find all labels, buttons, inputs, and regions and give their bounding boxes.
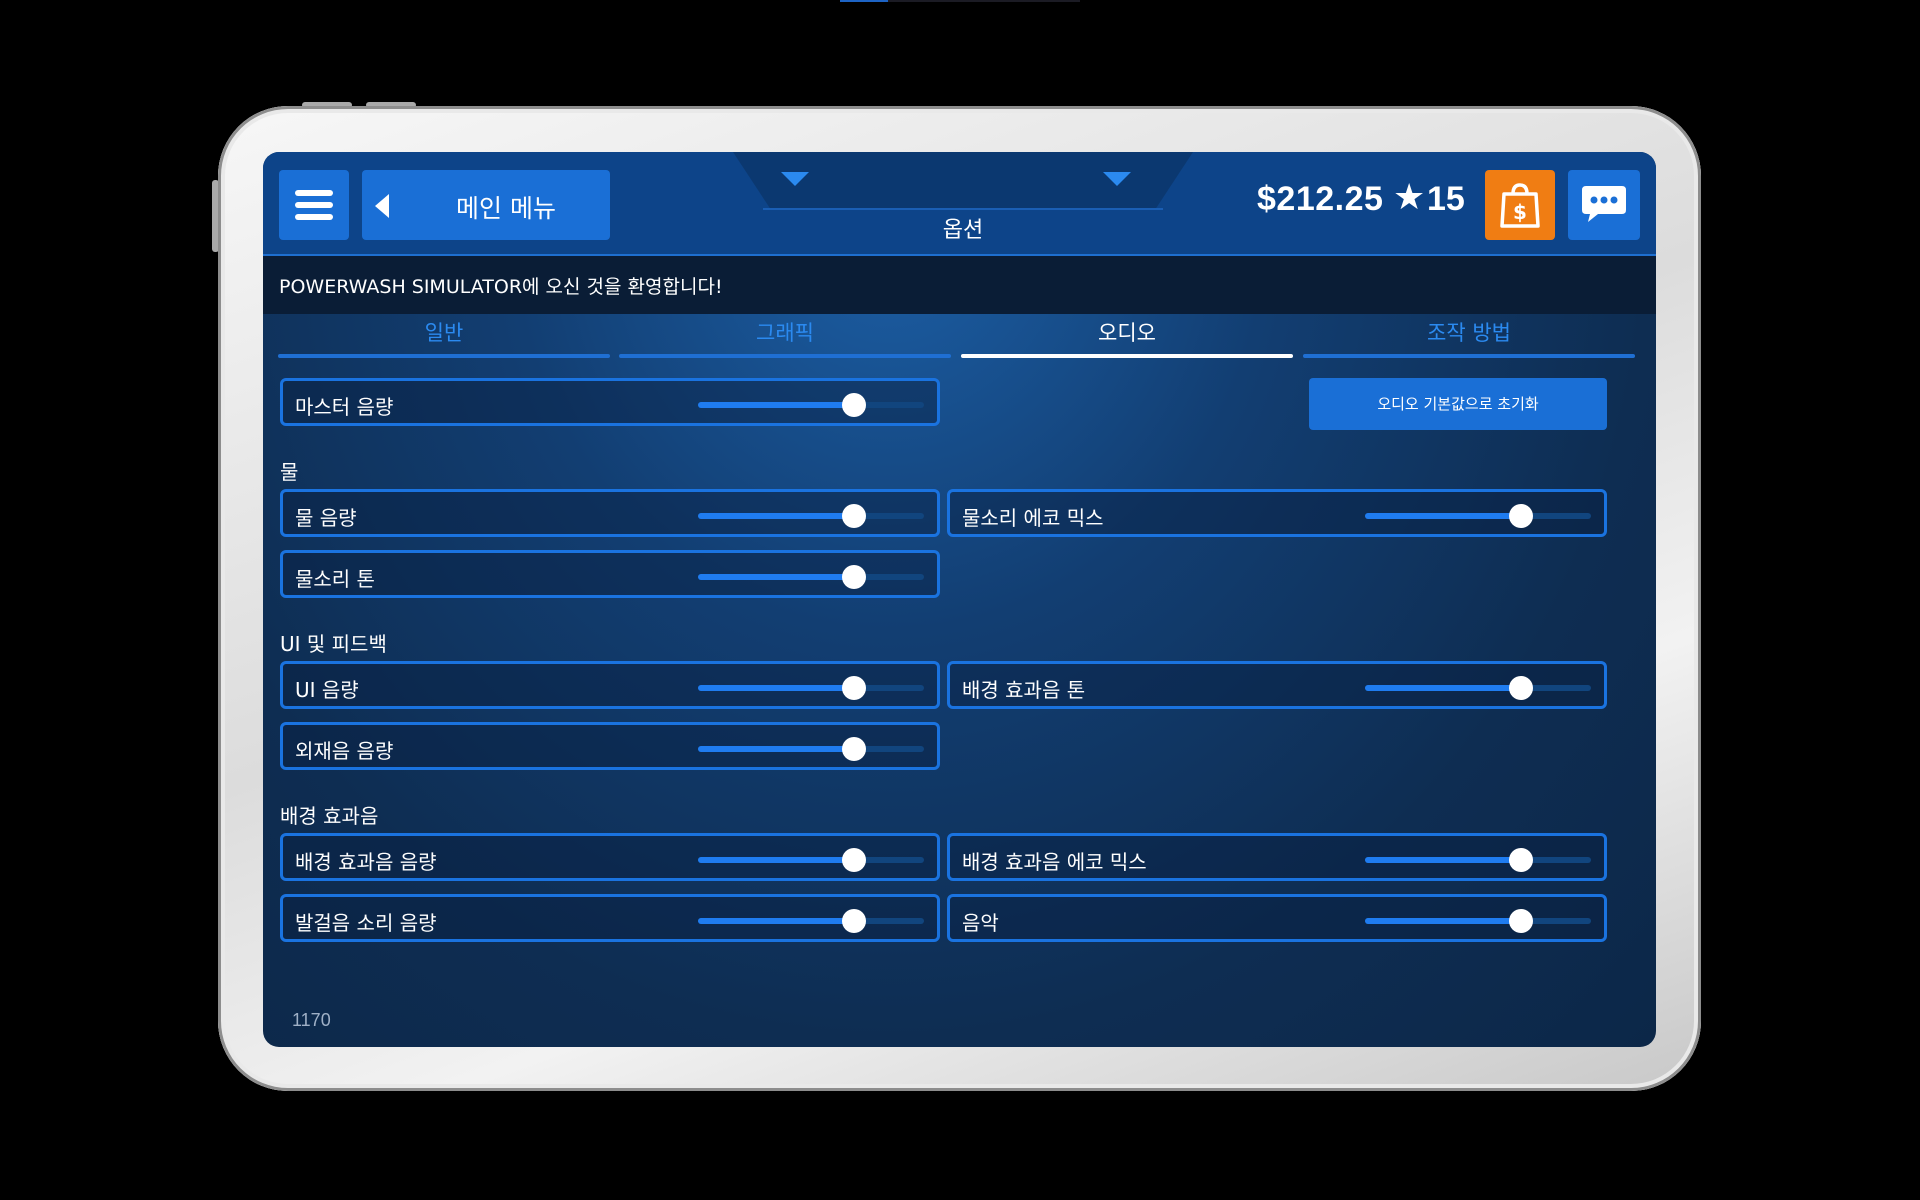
slider-handle[interactable] bbox=[841, 504, 866, 528]
ambience-volume-slider[interactable] bbox=[698, 848, 924, 872]
tab-underline bbox=[278, 354, 610, 358]
reset-audio-defaults-button[interactable]: 오디오 기본값으로 초기화 bbox=[1309, 378, 1607, 430]
page-title: 옵션 bbox=[942, 218, 984, 243]
slider-handle[interactable] bbox=[841, 565, 866, 589]
shop-button[interactable]: $ bbox=[1485, 170, 1555, 240]
music-row: 음악 bbox=[947, 894, 1607, 942]
menu-button[interactable] bbox=[279, 170, 349, 240]
build-number: 1170 bbox=[292, 1010, 331, 1030]
slider-fill bbox=[698, 918, 854, 924]
slider-handle[interactable] bbox=[841, 909, 866, 933]
header-notch-line bbox=[763, 208, 1163, 210]
outside-volume-slider[interactable] bbox=[698, 737, 924, 761]
back-button-label: 메인 메뉴 bbox=[456, 194, 556, 223]
ambience-echo-mix-label: 배경 효과음 에코 믹스 bbox=[962, 850, 1147, 874]
ui-volume-row: UI 음량 bbox=[280, 661, 940, 709]
tab-label: 그래픽 bbox=[756, 321, 814, 345]
ambience-echo-mix-slider[interactable] bbox=[1365, 848, 1591, 872]
footstep-volume-slider[interactable] bbox=[698, 909, 924, 933]
back-arrow-icon bbox=[375, 194, 389, 218]
main-menu-back-button[interactable]: 메인 메뉴 bbox=[362, 170, 610, 240]
header-bar: 옵션 메인 메뉴 $212.25 ★ 15 $ bbox=[263, 152, 1656, 256]
ui-volume-slider[interactable] bbox=[698, 676, 924, 700]
ambience-tone-slider[interactable] bbox=[1365, 676, 1591, 700]
tab-general[interactable]: 일반 bbox=[278, 316, 610, 364]
hamburger-icon-bar bbox=[295, 202, 333, 208]
prev-page-arrow-icon[interactable] bbox=[781, 172, 809, 186]
hamburger-icon bbox=[295, 190, 333, 196]
tab-controls[interactable]: 조작 방법 bbox=[1303, 316, 1635, 364]
tab-label: 오디오 bbox=[1098, 321, 1156, 345]
tab-underline bbox=[1303, 354, 1635, 358]
slider-handle[interactable] bbox=[841, 737, 866, 761]
slider-fill bbox=[1365, 685, 1521, 691]
svg-text:$: $ bbox=[1513, 200, 1527, 224]
welcome-text: POWERWASH SIMULATOR에 오신 것을 환영합니다! bbox=[279, 276, 723, 298]
chat-button[interactable] bbox=[1568, 170, 1640, 240]
slider-fill bbox=[698, 746, 854, 752]
tab-graphics[interactable]: 그래픽 bbox=[619, 316, 951, 364]
slider-handle[interactable] bbox=[841, 848, 866, 872]
master-volume-label: 마스터 음량 bbox=[295, 395, 394, 419]
top-indicator-segment bbox=[840, 0, 888, 2]
section-water-label: 물 bbox=[280, 460, 299, 484]
outside-volume-label: 외재음 음량 bbox=[295, 739, 394, 763]
slider-fill bbox=[698, 857, 854, 863]
chat-bubble-icon bbox=[1582, 186, 1626, 222]
section-ambience-label: 배경 효과음 bbox=[280, 804, 379, 828]
slider-handle[interactable] bbox=[841, 393, 866, 417]
tab-audio[interactable]: 오디오 bbox=[961, 316, 1293, 364]
star-icon: ★ bbox=[1393, 177, 1426, 218]
footstep-volume-label: 발걸음 소리 음량 bbox=[295, 911, 437, 935]
welcome-banner: POWERWASH SIMULATOR에 오신 것을 환영합니다! bbox=[263, 256, 1656, 314]
section-ui-feedback-label: UI 및 피드백 bbox=[280, 632, 387, 656]
water-echo-mix-slider[interactable] bbox=[1365, 504, 1591, 528]
hamburger-icon-bar bbox=[295, 214, 333, 220]
top-indicator bbox=[840, 0, 1080, 2]
tab-underline bbox=[961, 354, 1293, 358]
ambience-echo-mix-row: 배경 효과음 에코 믹스 bbox=[947, 833, 1607, 881]
slider-fill bbox=[698, 513, 854, 519]
water-tone-label: 물소리 톤 bbox=[295, 567, 375, 591]
options-screen: 옵션 메인 메뉴 $212.25 ★ 15 $ POWERWASH SIMULA… bbox=[263, 152, 1656, 1047]
music-slider[interactable] bbox=[1365, 909, 1591, 933]
ambience-volume-label: 배경 효과음 음량 bbox=[295, 850, 437, 874]
water-echo-mix-row: 물소리 에코 믹스 bbox=[947, 489, 1607, 537]
slider-fill bbox=[698, 402, 854, 408]
water-volume-row: 물 음량 bbox=[280, 489, 940, 537]
next-page-arrow-icon[interactable] bbox=[1103, 172, 1131, 186]
shopping-bag-dollar-icon: $ bbox=[1500, 183, 1540, 228]
slider-handle[interactable] bbox=[1508, 909, 1533, 933]
water-volume-slider[interactable] bbox=[698, 504, 924, 528]
slider-fill bbox=[1365, 513, 1521, 519]
slider-handle[interactable] bbox=[841, 676, 866, 700]
ambience-tone-row: 배경 효과음 톤 bbox=[947, 661, 1607, 709]
water-echo-mix-label: 물소리 에코 믹스 bbox=[962, 506, 1104, 530]
money-counter: $212.25 bbox=[1257, 180, 1384, 218]
slider-handle[interactable] bbox=[1508, 676, 1533, 700]
water-tone-slider[interactable] bbox=[698, 565, 924, 589]
ambience-volume-row: 배경 효과음 음량 bbox=[280, 833, 940, 881]
master-volume-slider[interactable] bbox=[698, 393, 924, 417]
water-volume-label: 물 음량 bbox=[295, 506, 357, 530]
slider-fill bbox=[698, 574, 854, 580]
tab-label: 조작 방법 bbox=[1427, 321, 1511, 345]
slider-fill bbox=[698, 685, 854, 691]
slider-fill bbox=[1365, 918, 1521, 924]
slider-handle[interactable] bbox=[1508, 848, 1533, 872]
star-counter: 15 bbox=[1427, 180, 1465, 218]
tab-label: 일반 bbox=[424, 321, 464, 345]
ambience-tone-label: 배경 효과음 톤 bbox=[962, 678, 1086, 702]
footstep-volume-row: 발걸음 소리 음량 bbox=[280, 894, 940, 942]
slider-fill bbox=[1365, 857, 1521, 863]
tab-underline bbox=[619, 354, 951, 358]
slider-handle[interactable] bbox=[1508, 504, 1533, 528]
music-label: 음악 bbox=[962, 911, 999, 935]
water-tone-row: 물소리 톤 bbox=[280, 550, 940, 598]
outside-volume-row: 외재음 음량 bbox=[280, 722, 940, 770]
ui-volume-label: UI 음량 bbox=[295, 678, 359, 702]
master-volume-row: 마스터 음량 bbox=[280, 378, 940, 426]
